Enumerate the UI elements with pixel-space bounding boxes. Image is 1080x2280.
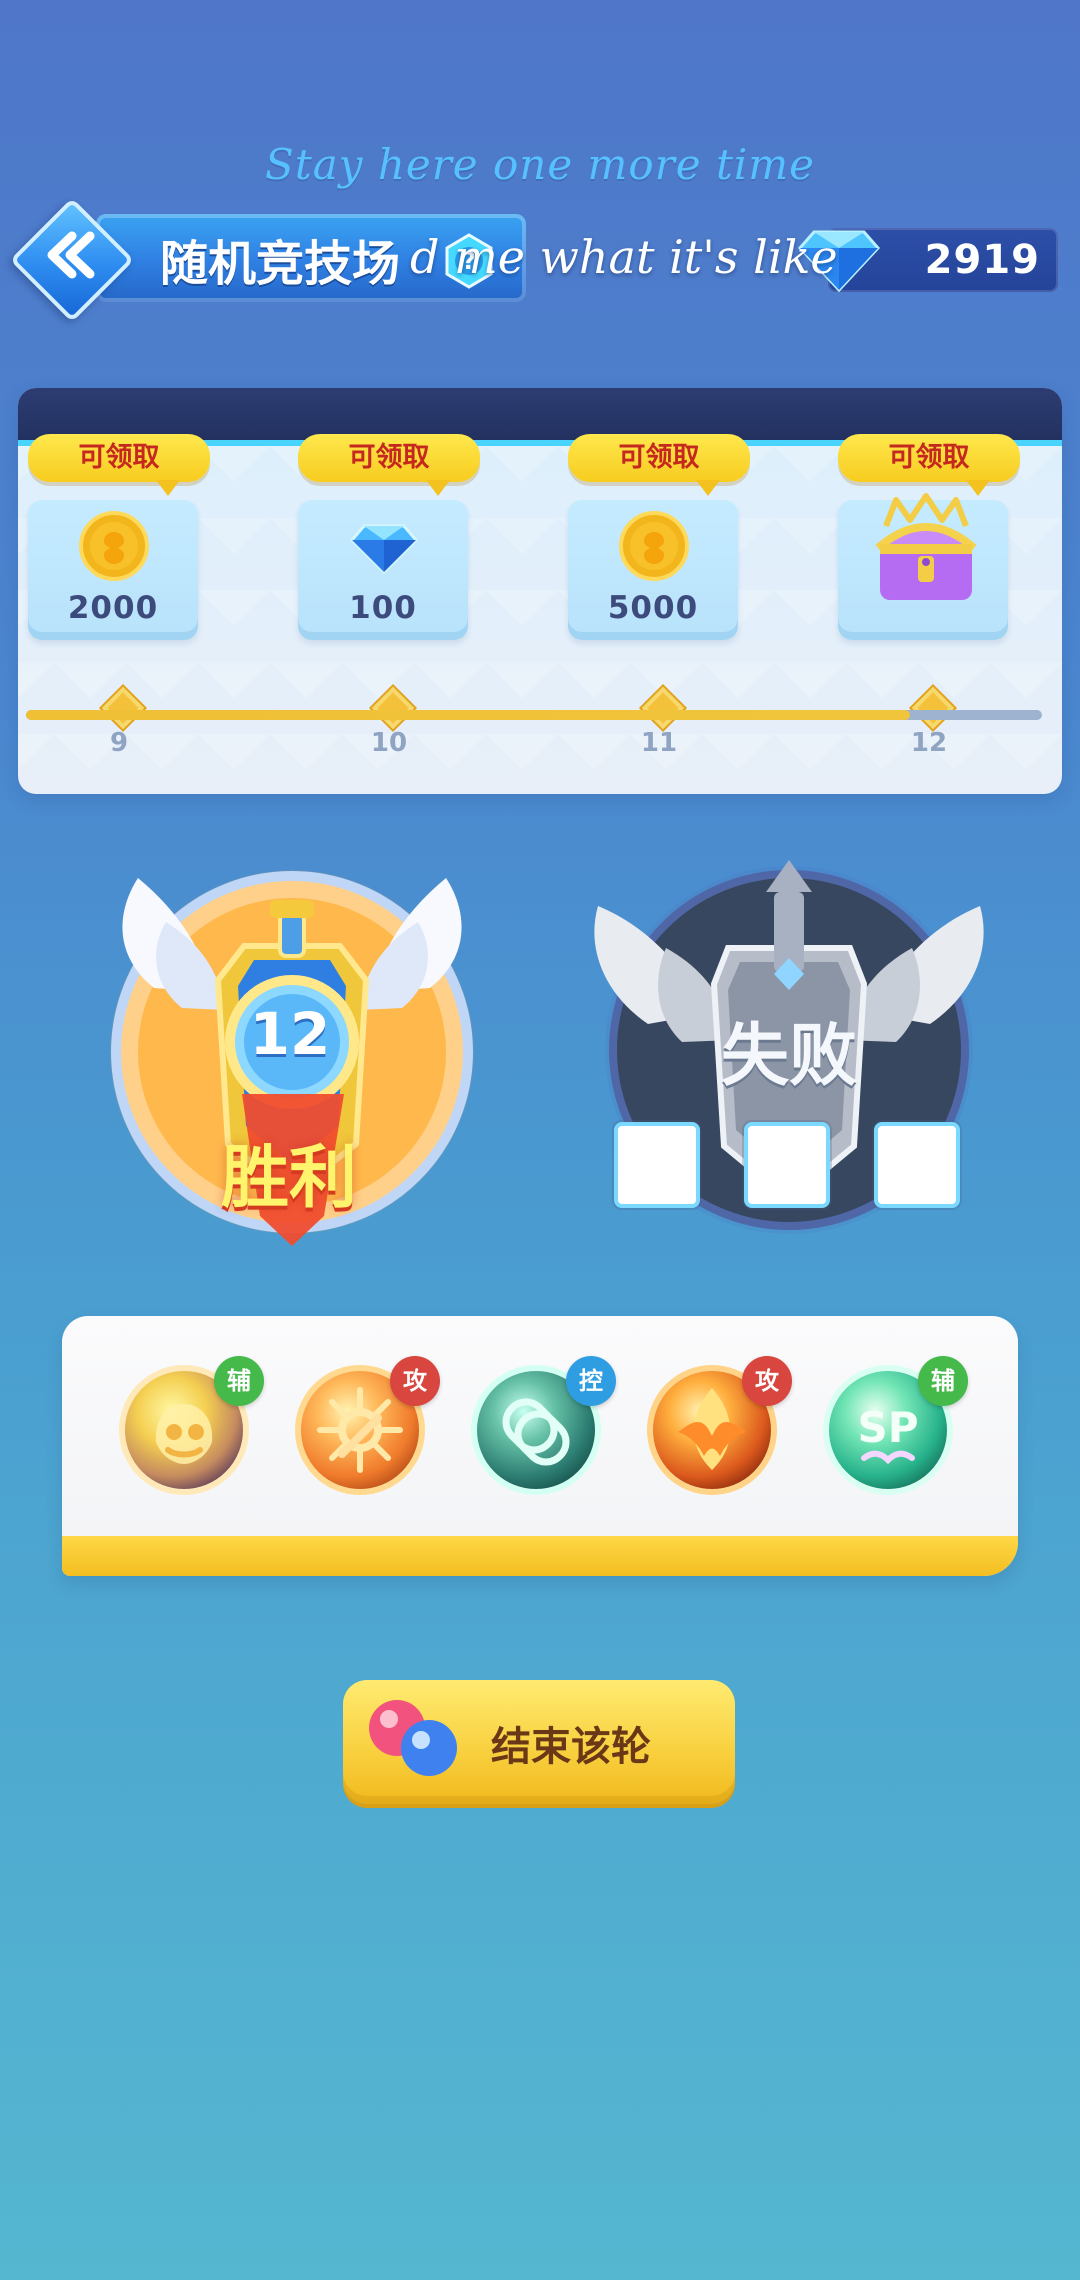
- win-emblem: 12 胜利: [94, 860, 490, 1250]
- reward-card[interactable]: 100: [298, 500, 468, 640]
- skill-slot[interactable]: 控: [466, 1356, 616, 1500]
- reward-item[interactable]: 可领取 5000 11: [558, 388, 758, 794]
- skill-tag: 辅: [918, 1356, 968, 1406]
- skill-slot[interactable]: 辅: [114, 1356, 264, 1500]
- skill-slot[interactable]: 攻: [642, 1356, 792, 1500]
- win-label: 胜利: [220, 1139, 357, 1218]
- claim-badge[interactable]: 可领取: [298, 434, 480, 496]
- reward-amount: 100: [349, 590, 417, 626]
- win-count: 12: [249, 1000, 331, 1068]
- reward-item[interactable]: 可领取 2000 9: [18, 388, 218, 794]
- reward-item[interactable]: 可领取 12: [828, 388, 1028, 794]
- treasure-chest-icon: [875, 493, 977, 600]
- svg-text:SP: SP: [857, 1403, 918, 1452]
- skill-panel-footer: [62, 1536, 1018, 1576]
- claim-badge[interactable]: 可领取: [838, 434, 1020, 496]
- milestone-marker: [641, 686, 685, 730]
- skill-slot[interactable]: 攻: [290, 1356, 440, 1500]
- reward-amount: 2000: [67, 590, 159, 626]
- back-button[interactable]: [9, 197, 135, 323]
- loss-slot: [874, 1122, 960, 1208]
- milestone-marker: [911, 686, 955, 730]
- diamond-amount: 2919: [924, 237, 1040, 283]
- coin-icon: [619, 511, 689, 581]
- milestone-marker: [371, 686, 415, 730]
- reward-panel: 可领取 2000 9 可领取 100 10 可领取 5000 11 可领取 12: [18, 388, 1062, 794]
- overlay-top-text: Stay here one more time: [265, 140, 815, 189]
- bubble-orbs-icon: [369, 1700, 457, 1776]
- milestone-label: 9: [109, 728, 129, 758]
- end-round-button[interactable]: 结束该轮: [343, 1680, 735, 1804]
- end-round-label: 结束该轮: [491, 1724, 651, 1770]
- reward-card[interactable]: 5000: [568, 500, 738, 640]
- skill-tag: 辅: [214, 1356, 264, 1406]
- skill-tag: 攻: [742, 1356, 792, 1406]
- coin-icon: [79, 511, 149, 581]
- back-icon: [47, 231, 95, 279]
- loss-emblem: 失败: [564, 860, 1014, 1250]
- reward-amount: 5000: [607, 590, 699, 626]
- reward-card[interactable]: [838, 493, 1008, 640]
- skill-panel: 辅 攻 控 攻 SP 辅: [62, 1316, 1018, 1576]
- skill-slot[interactable]: SP 辅: [818, 1356, 968, 1500]
- milestone-label: 12: [910, 728, 948, 758]
- reward-item[interactable]: 可领取 100 10: [288, 388, 488, 794]
- loss-label: 失败: [720, 1017, 857, 1096]
- skill-tag: 控: [566, 1356, 616, 1406]
- loss-slot: [614, 1122, 700, 1208]
- progress-track: [26, 710, 1042, 720]
- milestone-marker: [101, 686, 145, 730]
- page-title: 随机竞技场: [160, 236, 401, 292]
- progress-fill: [26, 710, 910, 720]
- claim-badge[interactable]: 可领取: [28, 434, 210, 496]
- diamond-icon: [349, 524, 419, 575]
- skill-tag: 攻: [390, 1356, 440, 1406]
- overlay-second-text: d me what it's like: [410, 230, 838, 284]
- milestone-label: 10: [370, 728, 408, 758]
- claim-badge[interactable]: 可领取: [568, 434, 750, 496]
- reward-card[interactable]: 2000: [28, 500, 198, 640]
- loss-slot: [744, 1122, 830, 1208]
- milestone-label: 11: [640, 728, 678, 758]
